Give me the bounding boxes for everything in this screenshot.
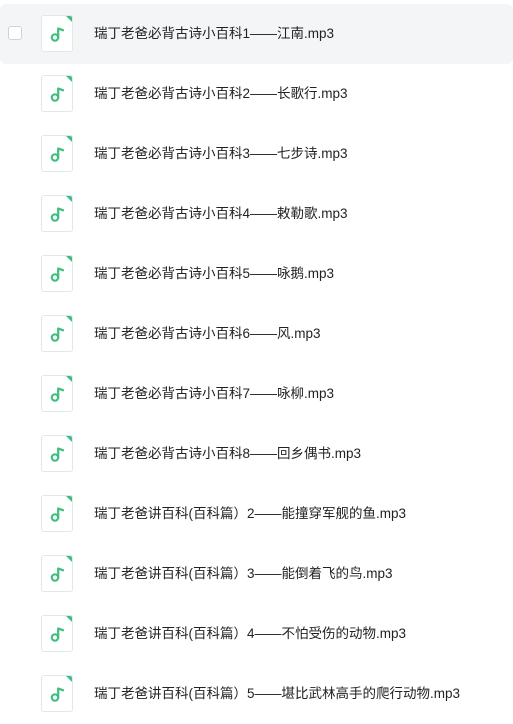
file-row[interactable]: 瑞丁老爸必背古诗小百科8——回乡偶书.mp3 [0, 424, 513, 484]
music-file-icon [41, 255, 73, 292]
file-name[interactable]: 瑞丁老爸讲百科(百科篇）3——能倒着飞的鸟.mp3 [94, 565, 393, 583]
music-file-icon [41, 435, 73, 472]
file-name[interactable]: 瑞丁老爸必背古诗小百科2——长歌行.mp3 [94, 85, 348, 103]
music-file-icon [41, 615, 73, 652]
file-name[interactable]: 瑞丁老爸讲百科(百科篇）5——堪比武林高手的爬行动物.mp3 [94, 685, 460, 703]
file-row[interactable]: 瑞丁老爸讲百科(百科篇）2——能撞穿军舰的鱼.mp3 [0, 484, 513, 544]
file-name[interactable]: 瑞丁老爸讲百科(百科篇）4——不怕受伤的动物.mp3 [94, 625, 406, 643]
music-file-icon [41, 75, 73, 112]
music-file-icon [41, 375, 73, 412]
file-row[interactable]: 瑞丁老爸必背古诗小百科7——咏柳.mp3 [0, 364, 513, 424]
file-name[interactable]: 瑞丁老爸必背古诗小百科8——回乡偶书.mp3 [94, 445, 361, 463]
file-name[interactable]: 瑞丁老爸必背古诗小百科5——咏鹅.mp3 [94, 265, 334, 283]
file-row[interactable]: 瑞丁老爸必背古诗小百科1——江南.mp3 [0, 4, 513, 64]
file-list: 瑞丁老爸必背古诗小百科1——江南.mp3 瑞丁老爸必背古诗小百科2——长歌行.m… [0, 4, 513, 724]
file-name[interactable]: 瑞丁老爸必背古诗小百科3——七步诗.mp3 [94, 145, 348, 163]
file-name[interactable]: 瑞丁老爸必背古诗小百科4——敕勒歌.mp3 [94, 205, 348, 223]
music-file-icon [41, 315, 73, 352]
file-row[interactable]: 瑞丁老爸必背古诗小百科4——敕勒歌.mp3 [0, 184, 513, 244]
file-row[interactable]: 瑞丁老爸必背古诗小百科6——风.mp3 [0, 304, 513, 364]
music-file-icon [41, 495, 73, 532]
file-row[interactable]: 瑞丁老爸必背古诗小百科3——七步诗.mp3 [0, 124, 513, 184]
file-row[interactable]: 瑞丁老爸必背古诗小百科2——长歌行.mp3 [0, 64, 513, 124]
music-file-icon [41, 135, 73, 172]
select-checkbox[interactable] [8, 26, 22, 40]
file-name[interactable]: 瑞丁老爸必背古诗小百科1——江南.mp3 [94, 25, 334, 43]
file-row[interactable]: 瑞丁老爸讲百科(百科篇）4——不怕受伤的动物.mp3 [0, 604, 513, 664]
music-file-icon [41, 675, 73, 712]
music-file-icon [41, 15, 73, 52]
file-name[interactable]: 瑞丁老爸必背古诗小百科7——咏柳.mp3 [94, 385, 334, 403]
file-row[interactable]: 瑞丁老爸讲百科(百科篇）5——堪比武林高手的爬行动物.mp3 [0, 664, 513, 724]
file-row[interactable]: 瑞丁老爸讲百科(百科篇）3——能倒着飞的鸟.mp3 [0, 544, 513, 604]
file-name[interactable]: 瑞丁老爸讲百科(百科篇）2——能撞穿军舰的鱼.mp3 [94, 505, 406, 523]
music-file-icon [41, 195, 73, 232]
file-name[interactable]: 瑞丁老爸必背古诗小百科6——风.mp3 [94, 325, 321, 343]
music-file-icon [41, 555, 73, 592]
file-row[interactable]: 瑞丁老爸必背古诗小百科5——咏鹅.mp3 [0, 244, 513, 304]
